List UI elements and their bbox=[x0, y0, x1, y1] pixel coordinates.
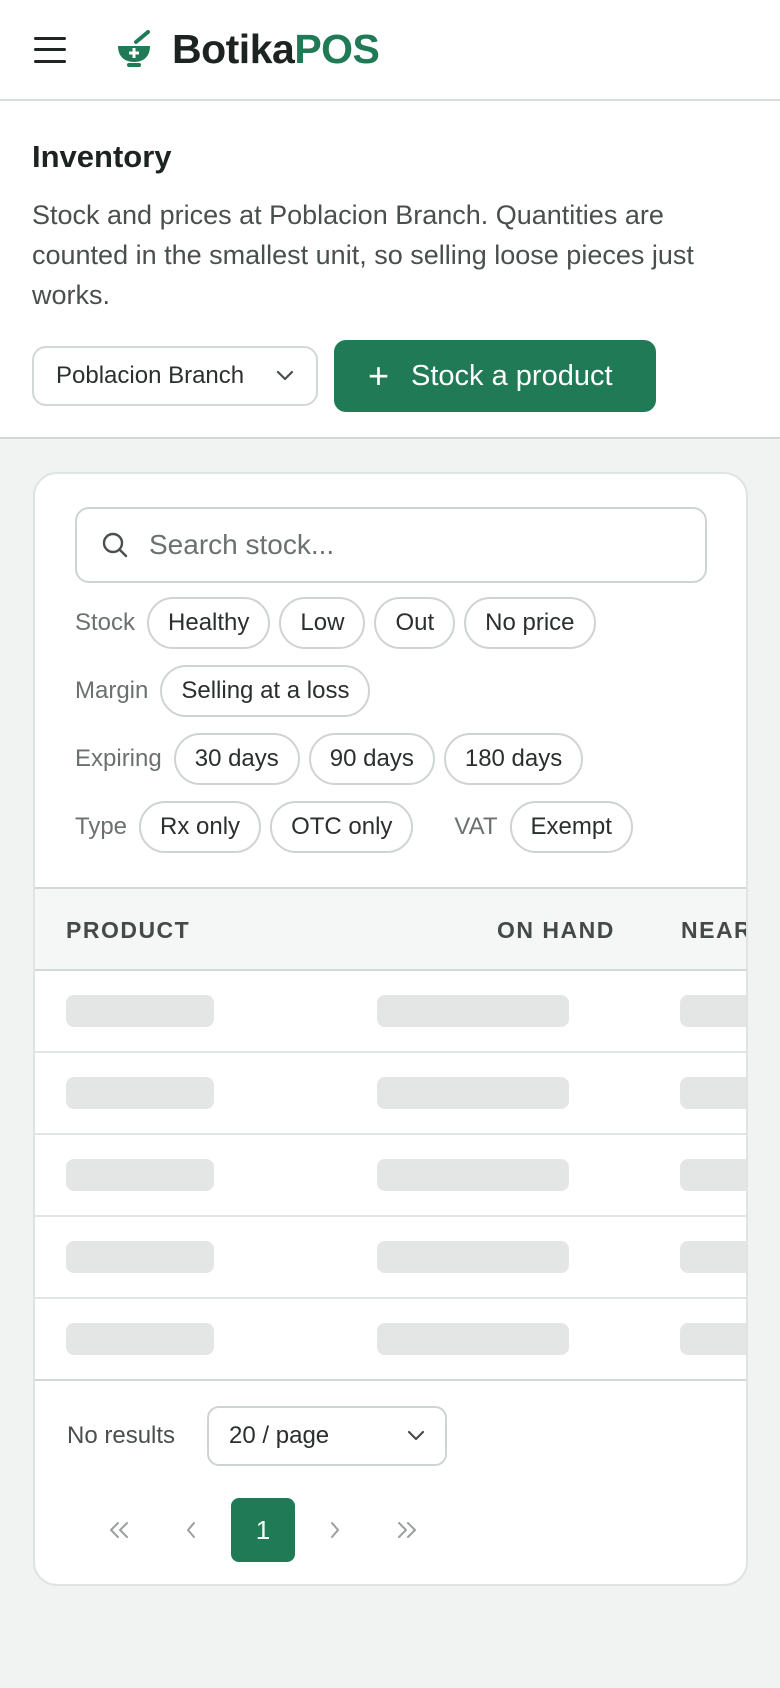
inventory-card: Stock Healthy Low Out No price Margin Se… bbox=[33, 472, 748, 1586]
skeleton-cell bbox=[377, 1323, 569, 1355]
plus-icon: + bbox=[368, 355, 390, 396]
inventory-table: PRODUCT ON HAND NEAR bbox=[35, 887, 746, 1381]
skeleton-cell bbox=[66, 1241, 214, 1273]
previous-page-icon[interactable] bbox=[159, 1498, 223, 1562]
chip-180-days[interactable]: 180 days bbox=[443, 733, 584, 785]
chip-rx-only[interactable]: Rx only bbox=[139, 801, 262, 853]
filter-label-margin: Margin bbox=[75, 677, 149, 704]
column-header-on-hand[interactable]: ON HAND bbox=[497, 917, 615, 944]
next-page-icon[interactable] bbox=[303, 1498, 367, 1562]
first-page-icon[interactable] bbox=[87, 1498, 151, 1562]
filter-row-type: Type Rx only OTC only VAT Exempt bbox=[75, 801, 642, 853]
table-row bbox=[35, 1299, 746, 1381]
skeleton-cell bbox=[377, 995, 569, 1027]
page-description: Stock and prices at Poblacion Branch. Qu… bbox=[32, 200, 694, 310]
filter-label-stock: Stock bbox=[75, 609, 136, 636]
last-page-icon[interactable] bbox=[375, 1498, 439, 1562]
search-box[interactable] bbox=[75, 507, 707, 583]
top-bar: Botika POS bbox=[0, 0, 780, 101]
skeleton-cell bbox=[66, 1077, 214, 1109]
skeleton-cell bbox=[680, 1323, 746, 1355]
filter-row-expiring: Expiring 30 days 90 days 180 days bbox=[75, 733, 592, 785]
search-icon bbox=[102, 532, 128, 558]
chip-low[interactable]: Low bbox=[279, 597, 366, 649]
page-title: Inventory bbox=[32, 139, 172, 174]
table-row bbox=[35, 971, 746, 1053]
table-row bbox=[35, 1053, 746, 1135]
table-footer: No results 20 / page bbox=[67, 1406, 448, 1466]
chip-exempt[interactable]: Exempt bbox=[509, 801, 633, 853]
table-row bbox=[35, 1135, 746, 1217]
mortar-pestle-icon bbox=[112, 28, 156, 72]
skeleton-cell bbox=[66, 1159, 214, 1191]
skeleton-cell bbox=[680, 1159, 746, 1191]
results-status: No results bbox=[67, 1422, 176, 1449]
chip-30-days[interactable]: 30 days bbox=[173, 733, 300, 785]
branch-select[interactable]: Poblacion Branch bbox=[32, 346, 318, 406]
stock-product-button[interactable]: + Stock a product bbox=[334, 340, 656, 412]
search-input[interactable] bbox=[149, 529, 669, 561]
chip-90-days[interactable]: 90 days bbox=[308, 733, 435, 785]
filter-label-vat: VAT bbox=[454, 813, 498, 840]
skeleton-cell bbox=[377, 1241, 569, 1273]
page-size-value: 20 / page bbox=[229, 1422, 330, 1449]
chip-no-price[interactable]: No price bbox=[464, 597, 596, 649]
chip-out[interactable]: Out bbox=[374, 597, 456, 649]
skeleton-cell bbox=[66, 995, 214, 1027]
skeleton-cell bbox=[377, 1077, 569, 1109]
table-row bbox=[35, 1217, 746, 1299]
brand-logo[interactable]: Botika POS bbox=[172, 26, 380, 73]
filter-row-margin: Margin Selling at a loss bbox=[75, 665, 379, 717]
chip-selling-at-loss[interactable]: Selling at a loss bbox=[160, 665, 371, 717]
filter-label-expiring: Expiring bbox=[75, 745, 162, 772]
chevron-down-icon bbox=[276, 370, 294, 381]
stock-product-label: Stock a product bbox=[411, 359, 613, 392]
chevron-down-icon bbox=[407, 1430, 425, 1441]
page-size-select[interactable]: 20 / page bbox=[207, 1406, 448, 1466]
column-header-product[interactable]: PRODUCT bbox=[66, 917, 190, 944]
skeleton-cell bbox=[66, 1323, 214, 1355]
skeleton-cell bbox=[377, 1159, 569, 1191]
page-intro: Inventory Stock and prices at Poblacion … bbox=[0, 101, 780, 439]
filter-row-stock: Stock Healthy Low Out No price bbox=[75, 597, 605, 649]
action-bar: Poblacion Branch + Stock a product bbox=[32, 340, 748, 412]
table-header: PRODUCT ON HAND NEAR bbox=[35, 887, 746, 971]
skeleton-cell bbox=[680, 995, 746, 1027]
branch-select-value: Poblacion Branch bbox=[56, 362, 245, 389]
skeleton-cell bbox=[680, 1241, 746, 1273]
pagination: 1 bbox=[87, 1498, 447, 1562]
hamburger-icon[interactable] bbox=[34, 36, 66, 63]
column-header-near[interactable]: NEAR bbox=[681, 917, 746, 944]
page-button-current[interactable]: 1 bbox=[231, 1498, 295, 1562]
brand-name-part2: POS bbox=[294, 26, 380, 72]
chip-otc-only[interactable]: OTC only bbox=[270, 801, 414, 853]
skeleton-cell bbox=[680, 1077, 746, 1109]
chip-healthy[interactable]: Healthy bbox=[147, 597, 271, 649]
brand-name-part1: Botika bbox=[172, 26, 295, 72]
filter-label-type: Type bbox=[75, 813, 128, 840]
